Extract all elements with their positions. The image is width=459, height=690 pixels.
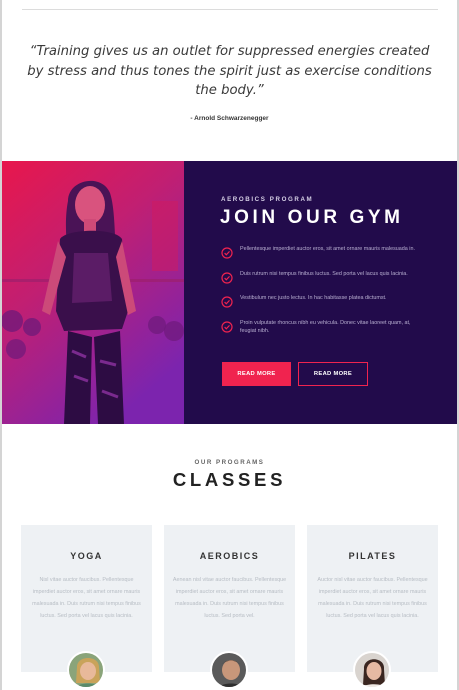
woman-photo-illustration <box>2 161 184 424</box>
card-title: YOGA <box>70 551 103 561</box>
class-card-yoga[interactable]: YOGA Nisl vitae auctor faucibus. Pellent… <box>21 525 152 672</box>
check-circle-icon <box>221 320 233 333</box>
read-more-outline-button[interactable]: READ MORE <box>298 362 368 386</box>
class-card-aerobics[interactable]: AEROBICS Aenean nisl vitae auctor faucib… <box>164 525 295 672</box>
avatar-portrait <box>355 653 389 687</box>
list-item-text: Duis rutrum nisi tempus finibus luctus. … <box>240 270 408 277</box>
gym-photo <box>2 161 184 424</box>
check-circle-icon <box>221 296 233 308</box>
avatar-portrait <box>212 653 246 687</box>
list-item: Vestibulum nec justo lectus. In hac habi… <box>221 294 421 319</box>
list-item-text: Proin vulputate rhoncus nibh eu vehicula… <box>240 319 411 335</box>
list-item-text: Vestibulum nec justo lectus. In hac habi… <box>240 295 387 301</box>
card-title: PILATES <box>348 551 397 561</box>
card-text: Aenean nisl vitae auctor faucibus. Pelle… <box>172 577 287 619</box>
avatar <box>210 651 248 689</box>
card-text: Nisl vitae auctor faucibus. Pellentesque… <box>32 577 141 619</box>
gym-kicker: AEROBICS PROGRAM <box>221 196 314 203</box>
card-text: Auctor nisl vitae auctor faucibus. Pelle… <box>317 577 428 619</box>
classes-kicker: OUR PROGRAMS <box>194 459 265 466</box>
gym-title: JOIN OUR GYM <box>220 207 404 228</box>
quote-text: “Training gives us an outlet for suppres… <box>27 44 432 98</box>
card-title: AEROBICS <box>199 551 260 561</box>
check-circle-icon <box>221 271 233 284</box>
read-more-button[interactable]: READ MORE <box>222 362 291 386</box>
list-item: Duis rutrum nisi tempus finibus luctus. … <box>221 270 421 295</box>
classes-title: CLASSES <box>172 469 287 490</box>
quote-author: - Arnold Schwarzenegger <box>190 115 269 122</box>
list-item: Proin vulputate rhoncus nibh eu vehicula… <box>221 319 421 344</box>
join-gym-panel: AEROBICS PROGRAM JOIN OUR GYM Pellentesq… <box>184 161 457 424</box>
avatar <box>353 651 391 689</box>
list-item: Pellentesque imperdiet auctor eros, sit … <box>221 245 421 270</box>
list-item-text: Pellentesque imperdiet auctor eros, sit … <box>240 246 415 252</box>
check-circle-icon <box>221 247 233 259</box>
avatar-portrait <box>69 653 103 687</box>
gym-benefits-list: Pellentesque imperdiet auctor eros, sit … <box>221 245 421 343</box>
page: “Training gives us an outlet for suppres… <box>0 0 459 690</box>
class-card-pilates[interactable]: PILATES Auctor nisl vitae auctor faucibu… <box>307 525 438 672</box>
avatar <box>67 651 105 689</box>
section-divider <box>22 9 438 10</box>
